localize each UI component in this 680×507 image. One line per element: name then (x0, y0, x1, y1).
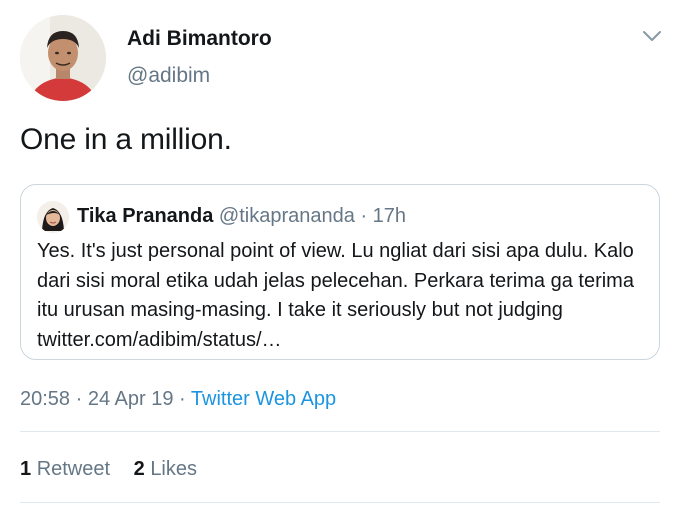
meta-separator: · (75, 388, 83, 410)
tweet-text: One in a million. (20, 123, 232, 156)
retweets-count: 1 (20, 458, 32, 480)
divider (20, 431, 660, 432)
author-avatar[interactable] (20, 15, 106, 101)
source-app-link[interactable]: Twitter Web App (191, 388, 336, 410)
author-handle[interactable]: @adibim (127, 64, 210, 88)
tweet-stats: 1 Retweet 2 Likes (20, 458, 215, 481)
author-avatar-image (20, 15, 106, 101)
author-name[interactable]: Adi Bimantoro (127, 27, 272, 51)
likes-label: Likes (150, 458, 198, 480)
tweet-date[interactable]: 24 Apr 19 (88, 388, 174, 410)
likes-count: 2 (133, 458, 145, 480)
tweet-meta: 20:58 · 24 Apr 19 · Twitter Web App (20, 388, 336, 411)
quoted-author-handle[interactable]: @tikaprananda (219, 205, 355, 227)
quoted-tweet-header: Tika Prananda @tikaprananda · 17h (77, 205, 406, 228)
quoted-author-avatar[interactable] (37, 201, 69, 233)
likes-stat[interactable]: 2 Likes (134, 458, 197, 480)
meta-separator: · (179, 388, 186, 410)
retweets-label: Retweet (36, 458, 111, 480)
tweet-time[interactable]: 20:58 (20, 388, 70, 410)
divider (20, 502, 660, 503)
quoted-separator: · (360, 205, 368, 227)
retweets-stat[interactable]: 1 Retweet (20, 458, 116, 480)
chevron-down-icon[interactable] (640, 26, 664, 46)
quoted-tweet[interactable]: Tika Prananda @tikaprananda · 17h Yes. I… (20, 184, 660, 360)
quoted-author-avatar-image (37, 201, 69, 233)
quoted-tweet-text: Yes. It's just personal point of view. L… (37, 240, 634, 351)
quoted-timestamp[interactable]: 17h (373, 205, 406, 227)
quoted-author-name[interactable]: Tika Prananda (77, 205, 213, 227)
